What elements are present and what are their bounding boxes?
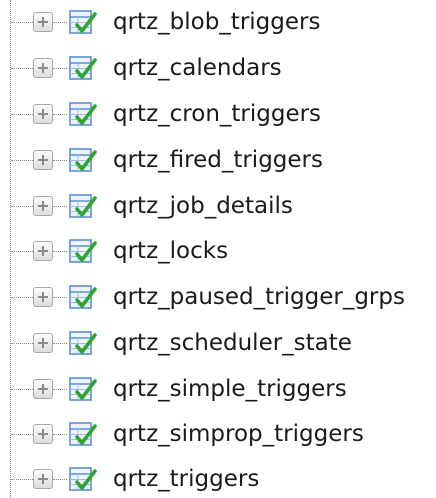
table-name-label[interactable]: qrtz_blob_triggers [113,5,320,39]
tree-branch-line [11,343,33,344]
table-icon [69,148,102,172]
table-icon [69,102,102,126]
tree-branch-line [53,297,67,298]
expand-plus-icon[interactable] [33,150,53,170]
table-name-label[interactable]: qrtz_calendars [113,51,282,85]
table-name-label[interactable]: qrtz_fired_triggers [113,143,323,177]
tree-branch-line [11,434,33,435]
table-icon [69,239,102,263]
expand-plus-icon[interactable] [33,333,53,353]
expand-plus-icon[interactable] [33,241,53,261]
expand-plus-icon[interactable] [33,287,53,307]
tree-branch-line [11,206,33,207]
tree-branch-line [53,22,67,23]
table-icon [69,194,102,218]
table-name-label[interactable]: qrtz_simple_triggers [113,372,347,406]
tree-branch-line [53,343,67,344]
tree-branch-line [53,479,67,480]
tree-branch-line [53,251,67,252]
tree-branch-line [11,479,33,480]
tree-item[interactable]: qrtz_blob_triggers [0,0,436,40]
table-icon [69,10,102,34]
tree-branch-line [53,434,67,435]
expand-plus-icon[interactable] [33,196,53,216]
tree-item[interactable]: qrtz_simple_triggers [0,367,436,407]
tree-item[interactable]: qrtz_fired_triggers [0,138,436,178]
table-icon [69,56,102,80]
tree-branch-line [11,114,33,115]
expand-plus-icon[interactable] [33,379,53,399]
tree-branch-line [53,160,67,161]
expand-plus-icon[interactable] [33,104,53,124]
tree-branch-line [53,114,67,115]
table-icon [69,377,102,401]
table-name-label[interactable]: qrtz_job_details [113,189,293,223]
table-name-label[interactable]: qrtz_simprop_triggers [113,417,364,451]
expand-plus-icon[interactable] [33,12,53,32]
tree-branch-line [11,160,33,161]
tree-branch-line [53,68,67,69]
expand-plus-icon[interactable] [33,58,53,78]
tree-branch-line [53,206,67,207]
table-name-label[interactable]: qrtz_scheduler_state [113,326,352,360]
tree-branch-line [53,389,67,390]
table-tree: qrtz_blob_triggers qrtz_calendars qrtz_c… [0,0,436,498]
tree-item[interactable]: qrtz_triggers [0,457,436,497]
table-icon [69,467,102,491]
table-name-label[interactable]: qrtz_cron_triggers [113,97,321,131]
table-icon [69,422,102,446]
tree-branch-line [11,297,33,298]
tree-item[interactable]: qrtz_paused_trigger_grps [0,275,436,315]
tree-branch-line [11,251,33,252]
table-name-label[interactable]: qrtz_locks [113,234,228,268]
tree-item[interactable]: qrtz_simprop_triggers [0,412,436,452]
tree-item[interactable]: qrtz_locks [0,229,436,269]
tree-branch-line [11,68,33,69]
tree-branch-line [11,22,33,23]
tree-item[interactable]: qrtz_cron_triggers [0,92,436,132]
table-icon [69,285,102,309]
tree-item[interactable]: qrtz_calendars [0,46,436,86]
table-name-label[interactable]: qrtz_triggers [113,462,259,496]
expand-plus-icon[interactable] [33,424,53,444]
tree-branch-line [11,389,33,390]
expand-plus-icon[interactable] [33,469,53,489]
table-icon [69,331,102,355]
table-name-label[interactable]: qrtz_paused_trigger_grps [113,280,405,314]
tree-item[interactable]: qrtz_scheduler_state [0,321,436,361]
tree-item[interactable]: qrtz_job_details [0,184,436,224]
